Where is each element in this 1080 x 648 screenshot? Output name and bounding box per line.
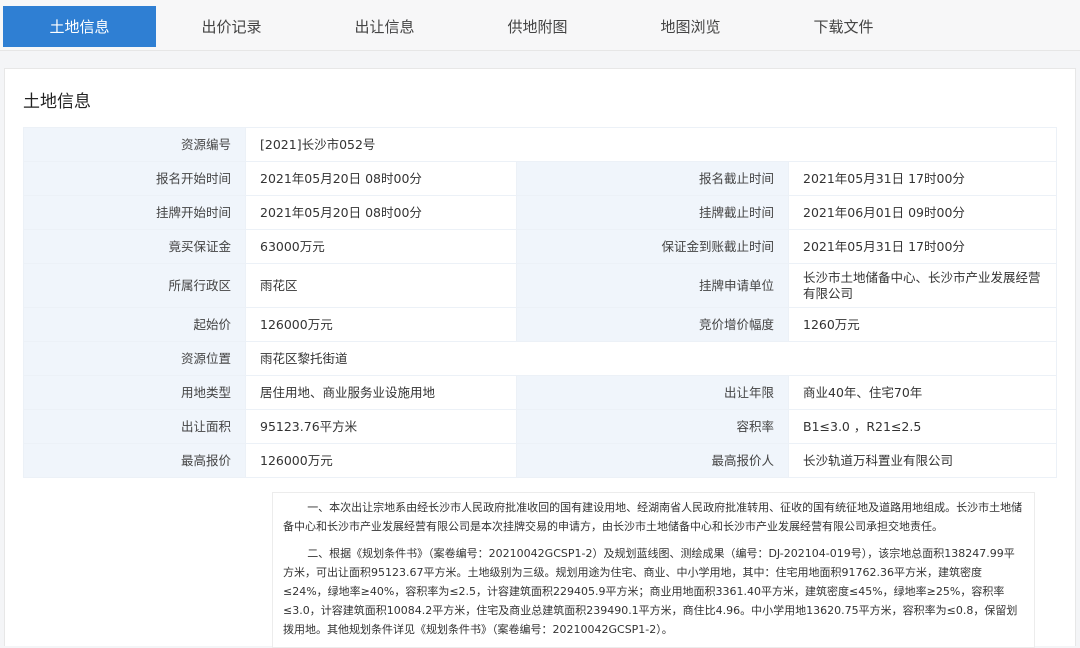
panel-title: 土地信息: [23, 92, 91, 112]
table-row: 资源编号 [2021]长沙市052号: [23, 127, 1058, 162]
value-listing-deadline: 2021年06月01日 09时00分: [787, 195, 1058, 230]
remarks-paragraph-1: 一、本次出让宗地系由经长沙市人民政府批准收回的国有建设用地、经湖南省人民政府批准…: [283, 501, 1023, 533]
tab-land-info[interactable]: 土地信息: [3, 6, 156, 47]
tab-transfer-info[interactable]: 出让信息: [308, 6, 461, 47]
label-listing-deadline: 挂牌截止时间: [516, 195, 789, 230]
value-land-use: 居住用地、商业服务业设施用地: [245, 375, 517, 410]
label-registration-start: 报名开始时间: [23, 161, 246, 196]
table-row: 用地类型 居住用地、商业服务业设施用地 出让年限 商业40年、住宅70年: [23, 375, 1058, 410]
value-location: 雨花区黎托街道: [244, 341, 1058, 376]
remarks-paragraph-2: 二、根据《规划条件书》（案卷编号：20210042GCSP1-2）及规划蓝线图、…: [283, 547, 1018, 636]
label-listing-start: 挂牌开始时间: [23, 195, 246, 230]
label-applicant: 挂牌申请单位: [516, 263, 789, 308]
label-highest-bid: 最高报价: [23, 443, 246, 478]
value-district: 雨花区: [245, 263, 517, 308]
label-bid-deposit: 竟买保证金: [23, 229, 246, 264]
remarks-box: 一、本次出让宗地系由经长沙市人民政府批准收回的国有建设用地、经湖南省人民政府批准…: [272, 492, 1035, 648]
value-resource-number: [2021]长沙市052号: [244, 127, 1058, 162]
label-bid-increment: 竞价增价幅度: [516, 307, 789, 342]
label-registration-deadline: 报名截止时间: [516, 161, 789, 196]
table-row: 报名开始时间 2021年05月20日 08时00分 报名截止时间 2021年05…: [23, 161, 1058, 196]
label-plot-ratio: 容积率: [516, 409, 789, 444]
table-row: 最高报价 126000万元 最高报价人 长沙轨道万科置业有限公司: [23, 443, 1058, 478]
value-listing-start: 2021年05月20日 08时00分: [245, 195, 517, 230]
label-transfer-area: 出让面积: [23, 409, 246, 444]
table-row: 挂牌开始时间 2021年05月20日 08时00分 挂牌截止时间 2021年06…: [23, 195, 1058, 230]
label-location: 资源位置: [23, 341, 246, 376]
tab-land-supply-maps[interactable]: 供地附图: [461, 6, 614, 47]
value-transfer-area: 95123.76平方米: [245, 409, 517, 444]
table-row: 出让面积 95123.76平方米 容积率 B1≤3.0 ，R21≤2.5: [23, 409, 1058, 444]
tab-map-browse[interactable]: 地图浏览: [614, 6, 767, 47]
land-info-panel: 土地信息 资源编号 [2021]长沙市052号 报名开始时间 2021年05月2…: [4, 68, 1076, 648]
tab-bid-records[interactable]: 出价记录: [155, 6, 308, 47]
value-plot-ratio: B1≤3.0 ，R21≤2.5: [787, 409, 1058, 444]
table-row: 资源位置 雨花区黎托街道: [23, 341, 1058, 376]
value-bid-deposit: 63000万元: [245, 229, 517, 264]
label-district: 所属行政区: [23, 263, 246, 308]
value-registration-start: 2021年05月20日 08时00分: [245, 161, 517, 196]
value-registration-deadline: 2021年05月31日 17时00分: [787, 161, 1058, 196]
value-bid-increment: 1260万元: [787, 307, 1058, 342]
value-transfer-term: 商业40年、住宅70年: [787, 375, 1058, 410]
value-highest-bid: 126000万元: [245, 443, 517, 478]
label-resource-number: 资源编号: [23, 127, 246, 162]
value-highest-bidder: 长沙轨道万科置业有限公司: [787, 443, 1058, 478]
label-deposit-deadline: 保证金到账截止时间: [516, 229, 789, 264]
table-row: 起始价 126000万元 竞价增价幅度 1260万元: [23, 307, 1058, 342]
tab-download-files[interactable]: 下载文件: [767, 6, 920, 47]
label-transfer-term: 出让年限: [516, 375, 789, 410]
table-row: 竟买保证金 63000万元 保证金到账截止时间 2021年05月31日 17时0…: [23, 229, 1058, 264]
value-starting-price: 126000万元: [245, 307, 517, 342]
label-starting-price: 起始价: [23, 307, 246, 342]
land-info-table: 资源编号 [2021]长沙市052号 报名开始时间 2021年05月20日 08…: [23, 127, 1058, 478]
label-highest-bidder: 最高报价人: [516, 443, 789, 478]
tab-bar: 土地信息 出价记录 出让信息 供地附图 地图浏览 下载文件: [0, 0, 1080, 51]
value-deposit-deadline: 2021年05月31日 17时00分: [787, 229, 1058, 264]
label-land-use: 用地类型: [23, 375, 246, 410]
table-row: 所属行政区 雨花区 挂牌申请单位 长沙市土地储备中心、长沙市产业发展经营有限公司: [23, 263, 1058, 308]
value-applicant: 长沙市土地储备中心、长沙市产业发展经营有限公司: [787, 263, 1058, 308]
